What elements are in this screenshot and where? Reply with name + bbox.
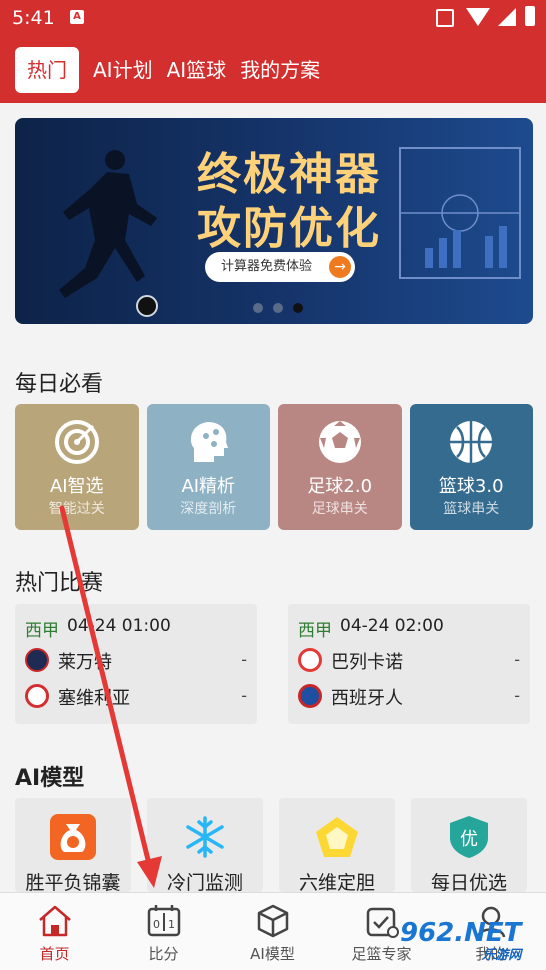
expert-calendar-icon bbox=[366, 907, 399, 938]
arrow-right-icon: → bbox=[329, 256, 351, 278]
pagination-dot[interactable] bbox=[273, 303, 283, 313]
promo-banner[interactable]: 终极神器 攻防优化 计算器免费体验 → bbox=[15, 118, 533, 324]
tab-ai-plan[interactable]: AI计划 bbox=[93, 47, 153, 93]
money-bag-icon bbox=[50, 814, 96, 860]
svg-text:0: 0 bbox=[153, 918, 160, 931]
match-time: 04-24 02:00 bbox=[340, 616, 444, 636]
daily-card-label: 足球2.0 bbox=[307, 476, 373, 497]
daily-section-title: 每日必看 bbox=[15, 372, 104, 397]
match-league: 西甲 bbox=[25, 621, 59, 641]
status-bar: 5:41 A bbox=[0, 0, 546, 36]
team-logo bbox=[25, 648, 49, 672]
banner-cta-label: 计算器免费体验 bbox=[221, 259, 313, 274]
team-logo bbox=[25, 684, 49, 708]
model-card-label: 六维定胆 bbox=[298, 872, 375, 894]
nav-ai-model[interactable]: AI模型 bbox=[218, 893, 327, 970]
target-icon bbox=[54, 420, 99, 464]
model-card-wdl-tips[interactable]: 胜平负锦囊 bbox=[15, 798, 131, 894]
daily-card-label: AI精析 bbox=[181, 476, 236, 497]
team-score: - bbox=[241, 650, 247, 669]
tab-ai-basketball[interactable]: AI篮球 bbox=[167, 47, 227, 93]
cube-icon bbox=[257, 904, 288, 938]
tactics-board-graphic bbox=[399, 147, 521, 279]
daily-card-sublabel: 篮球串关 bbox=[443, 501, 500, 517]
daily-card-ai-pick[interactable]: AI智选 智能过关 bbox=[15, 404, 139, 530]
basketball-icon bbox=[450, 421, 493, 463]
ai-models-title: AI模型 bbox=[15, 766, 85, 791]
daily-card-sublabel: 足球串关 bbox=[311, 501, 368, 517]
daily-card-label: AI智选 bbox=[49, 476, 104, 497]
wifi-icon bbox=[466, 8, 490, 26]
hot-matches-title: 热门比赛 bbox=[15, 571, 104, 596]
team-name: 西班牙人 bbox=[331, 688, 403, 709]
site-watermark: 962.NET 乐游网 bbox=[400, 918, 521, 963]
match-home-team: 莱万特 - bbox=[25, 646, 247, 674]
daily-card-basketball[interactable]: 篮球3.0 篮球串关 bbox=[409, 404, 533, 530]
scoreboard-icon: 0 1 bbox=[147, 905, 180, 937]
nav-label: AI模型 bbox=[250, 945, 295, 963]
top-bar: 5:41 A 热门 AI计划 AI篮球 我的方案 bbox=[0, 0, 546, 103]
nav-home[interactable]: 首页 bbox=[0, 893, 109, 970]
brain-head-icon bbox=[191, 422, 229, 462]
tab-my-plans[interactable]: 我的方案 bbox=[240, 47, 320, 93]
match-home-team: 巴列卡诺 - bbox=[298, 646, 520, 674]
team-logo bbox=[298, 648, 322, 672]
match-away-team: 塞维利亚 - bbox=[25, 682, 247, 710]
signal-icon bbox=[498, 8, 516, 26]
banner-pagination bbox=[253, 303, 303, 313]
shield-badge-icon: 优 bbox=[450, 816, 488, 858]
banner-title-line2: 攻防优化 bbox=[197, 203, 381, 254]
model-card-upset-monitor[interactable]: 冷门监测 bbox=[147, 798, 263, 894]
daily-card-sublabel: 深度剖析 bbox=[180, 501, 237, 517]
pagination-dot-active[interactable] bbox=[293, 303, 303, 313]
nav-label: 首页 bbox=[39, 945, 70, 963]
daily-card-ai-analysis[interactable]: AI精析 深度剖析 bbox=[146, 404, 270, 530]
match-time: 04-24 01:00 bbox=[67, 616, 171, 636]
vibrate-icon bbox=[436, 9, 454, 27]
daily-card-football[interactable]: 足球2.0 足球串关 bbox=[278, 404, 402, 530]
nav-label: 比分 bbox=[148, 945, 179, 963]
pentagon-icon bbox=[316, 817, 358, 857]
snowflake-icon bbox=[186, 816, 224, 858]
team-score: - bbox=[241, 686, 247, 705]
home-icon bbox=[38, 905, 71, 937]
daily-card-sublabel: 智能过关 bbox=[48, 501, 105, 517]
match-card[interactable]: 西甲 04-24 01:00 莱万特 - 塞维利亚 - bbox=[15, 604, 257, 724]
daily-card-label: 篮球3.0 bbox=[438, 476, 504, 497]
svg-text:优: 优 bbox=[460, 829, 478, 850]
team-score: - bbox=[514, 650, 520, 669]
team-logo bbox=[298, 684, 322, 708]
top-tabs: 热门 AI计划 AI篮球 我的方案 bbox=[15, 47, 334, 93]
nav-scores[interactable]: 0 1 比分 bbox=[109, 893, 218, 970]
daily-cards: AI智选 智能过关 AI精析 深度剖析 足球2.0 足球串关 篮球3.0 篮球串… bbox=[15, 404, 533, 530]
match-away-team: 西班牙人 - bbox=[298, 682, 520, 710]
battery-icon bbox=[525, 6, 535, 26]
team-name: 莱万特 bbox=[58, 652, 112, 673]
team-name: 巴列卡诺 bbox=[331, 652, 403, 673]
svg-text:1: 1 bbox=[168, 918, 175, 931]
model-card-label: 胜平负锦囊 bbox=[25, 872, 121, 894]
team-name: 塞维利亚 bbox=[58, 688, 130, 709]
model-card-label: 每日优选 bbox=[430, 872, 507, 894]
status-time: 5:41 bbox=[12, 7, 55, 29]
soccer-ball-icon bbox=[318, 421, 361, 463]
model-card-label: 冷门监测 bbox=[166, 872, 243, 894]
match-league: 西甲 bbox=[298, 621, 332, 641]
model-card-daily-pick[interactable]: 优 每日优选 bbox=[411, 798, 527, 894]
match-card[interactable]: 西甲 04-24 02:00 巴列卡诺 - 西班牙人 - bbox=[288, 604, 530, 724]
model-card-six-dimension[interactable]: 六维定胆 bbox=[279, 798, 395, 894]
pagination-dot[interactable] bbox=[253, 303, 263, 313]
app-notification-icon: A bbox=[70, 10, 84, 24]
tab-hot[interactable]: 热门 bbox=[15, 47, 79, 93]
team-score: - bbox=[514, 686, 520, 705]
soccer-player-silhouette bbox=[59, 150, 158, 317]
banner-cta-button[interactable]: 计算器免费体验 → bbox=[205, 252, 355, 282]
